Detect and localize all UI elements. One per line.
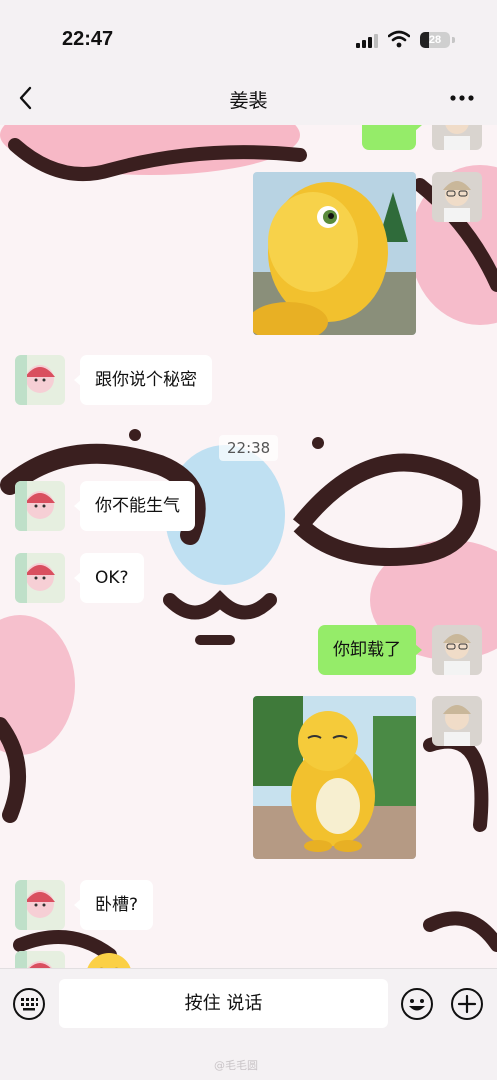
more-dots-icon[interactable] xyxy=(448,86,476,110)
avatar-contact[interactable] xyxy=(15,355,65,405)
message-bubble-incoming[interactable]: OK? xyxy=(74,553,144,603)
avatar-contact[interactable] xyxy=(15,880,65,930)
timestamp: 22:38 xyxy=(219,435,279,461)
keyboard-icon[interactable] xyxy=(12,987,46,1021)
chat-area[interactable]: 跟你说个秘密 22:38 你不能生气 OK? 你卸载了 卧槽? xyxy=(0,125,497,968)
chat-header: 姜裴 xyxy=(0,70,497,125)
sticker-yellow-dino-sad[interactable] xyxy=(253,696,416,859)
wifi-icon xyxy=(388,30,410,48)
battery-icon: 28 xyxy=(420,32,450,48)
message-bubble-incoming[interactable]: 卧槽? xyxy=(74,880,154,930)
message-text: 卧槽? xyxy=(95,895,139,915)
message-bubble-outgoing[interactable]: 你卸载了 xyxy=(318,625,422,675)
battery-cap xyxy=(452,37,455,43)
avatar-me[interactable] xyxy=(432,125,482,150)
message-bubble-outgoing-partial[interactable] xyxy=(362,125,422,150)
battery-level: 28 xyxy=(428,34,442,46)
message-text: OK? xyxy=(95,568,129,588)
chat-wallpaper xyxy=(0,125,497,968)
chat-title: 姜裴 xyxy=(229,90,268,112)
avatar-contact[interactable] xyxy=(15,951,65,968)
avatar-me[interactable] xyxy=(432,172,482,222)
watermark: @毛毛圆 xyxy=(214,1059,258,1072)
hold-to-talk-button[interactable]: 按住 说话 xyxy=(59,979,388,1028)
message-text: 你不能生气 xyxy=(95,496,180,516)
message-text: 你卸载了 xyxy=(333,640,401,660)
cellular-signal-icon xyxy=(356,34,378,48)
avatar-me[interactable] xyxy=(432,625,482,675)
sticker-yellow-dino-thinking[interactable] xyxy=(253,172,416,335)
message-bubble-incoming[interactable]: 跟你说个秘密 xyxy=(74,355,212,405)
emoji-icon[interactable] xyxy=(400,987,434,1021)
avatar-contact[interactable] xyxy=(15,481,65,531)
message-text: 跟你说个秘密 xyxy=(95,370,197,390)
emoji-sticker[interactable] xyxy=(84,951,134,968)
status-time: 22:47 xyxy=(62,28,114,50)
avatar-me[interactable] xyxy=(432,696,482,746)
message-bubble-incoming[interactable]: 你不能生气 xyxy=(74,481,195,531)
input-bar: 按住 说话 @毛毛圆 xyxy=(0,968,497,1080)
status-bar: 22:47 28 xyxy=(0,0,497,70)
plus-icon[interactable] xyxy=(450,987,484,1021)
avatar-contact[interactable] xyxy=(15,553,65,603)
